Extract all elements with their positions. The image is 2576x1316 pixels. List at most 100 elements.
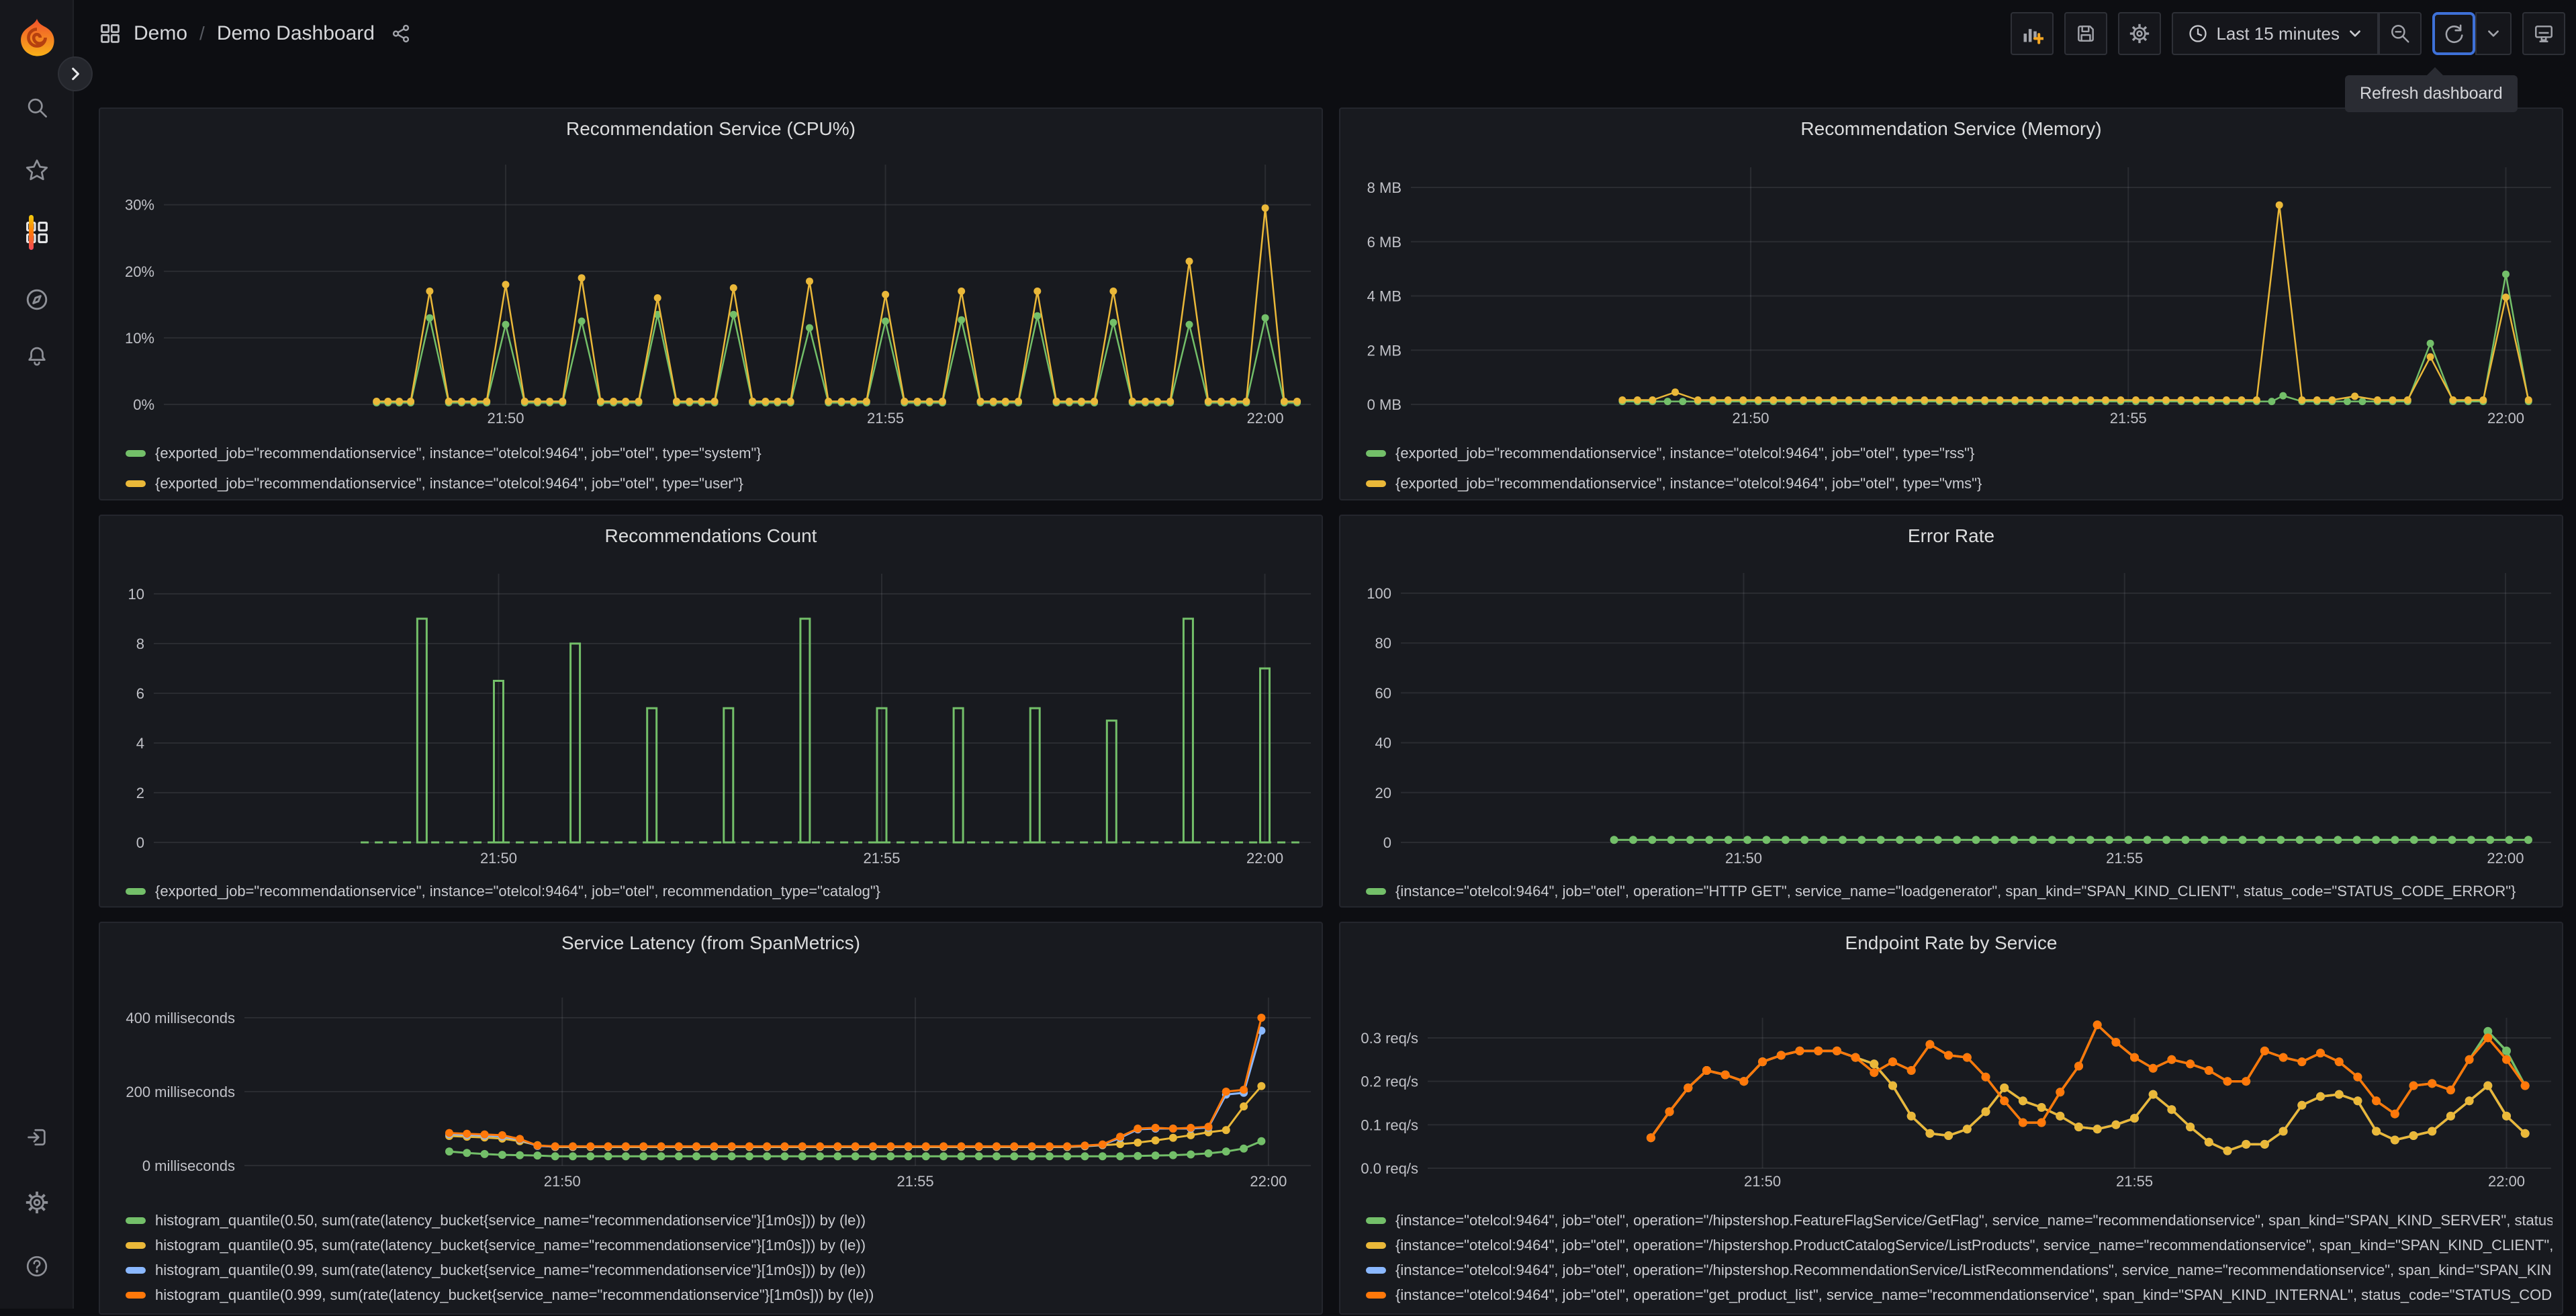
dashboard-toolbar: Last 15 minutes — [2011, 12, 2565, 55]
refresh-interval-dropdown[interactable] — [2475, 12, 2512, 55]
svg-text:21:50: 21:50 — [487, 410, 524, 427]
legend-swatch — [126, 1292, 146, 1299]
legend-label: {exported_job="recommendationservice", i… — [1395, 445, 1975, 462]
time-range-picker[interactable]: Last 15 minutes — [2172, 12, 2379, 55]
legend-item[interactable]: {exported_job="recommendationservice", i… — [126, 475, 1312, 492]
active-indicator — [29, 215, 34, 250]
breadcrumb-separator: / — [199, 23, 205, 44]
svg-text:20: 20 — [1375, 785, 1391, 801]
svg-text:100: 100 — [1367, 585, 1391, 602]
legend-label: histogram_quantile(0.95, sum(rate(latenc… — [155, 1237, 866, 1254]
svg-text:6: 6 — [136, 685, 144, 702]
breadcrumb: Demo / Demo Dashboard — [99, 0, 411, 67]
panel-service-latency: Service Latency (from SpanMetrics) 0 mill… — [99, 922, 1323, 1315]
svg-text:21:55: 21:55 — [2116, 1173, 2153, 1190]
sign-in-icon[interactable] — [18, 1118, 56, 1156]
svg-text:22:00: 22:00 — [1247, 410, 1284, 427]
legend-item[interactable]: {instance="otelcol:9464", job="otel", op… — [1366, 883, 2552, 900]
chart-error-rate[interactable]: 0 20 40 60 80 100 21:50 21:55 22:00 — [1340, 516, 2565, 909]
svg-text:4 MB: 4 MB — [1367, 288, 1401, 305]
nav-sidebar — [0, 0, 74, 1309]
panel-recommendation-service-memory: Recommendation Service (Memory) 0 MB 2 MB 4… — [1339, 107, 2563, 500]
expand-sidebar-button[interactable] — [58, 56, 93, 91]
starred-icon[interactable] — [18, 151, 56, 189]
legend-swatch — [1366, 1242, 1386, 1249]
legend-swatch — [1366, 1267, 1386, 1274]
search-icon[interactable] — [18, 89, 56, 126]
panel-endpoint-rate-by-service: Endpoint Rate by Service 0.0 req/s 0.1 req… — [1339, 922, 2563, 1315]
legend-item[interactable]: histogram_quantile(0.999, sum(rate(laten… — [126, 1286, 1312, 1304]
legend-item[interactable]: {exported_job="recommendationservice", i… — [1366, 475, 2552, 492]
legend-label: histogram_quantile(0.999, sum(rate(laten… — [155, 1286, 874, 1303]
svg-text:0 milliseconds: 0 milliseconds — [142, 1157, 235, 1174]
share-icon[interactable] — [391, 24, 411, 44]
chart-recommendations-count[interactable]: 0 2 4 6 8 10 21:50 21:55 22:00 — [100, 516, 1324, 909]
refresh-dashboard-button[interactable] — [2432, 12, 2475, 55]
svg-text:21:55: 21:55 — [2106, 850, 2143, 867]
legend-item[interactable]: {exported_job="recommendationservice", i… — [126, 445, 1312, 462]
svg-text:6 MB: 6 MB — [1367, 234, 1401, 251]
svg-text:21:50: 21:50 — [1732, 410, 1769, 427]
save-dashboard-button[interactable] — [2064, 12, 2108, 55]
svg-text:2: 2 — [136, 785, 144, 801]
legend-label: {exported_job="recommendationservice", i… — [155, 475, 743, 492]
svg-text:0.0 req/s: 0.0 req/s — [1361, 1160, 1418, 1177]
svg-text:200 milliseconds: 200 milliseconds — [126, 1084, 235, 1100]
chart-service-latency[interactable]: 0 milliseconds 200 milliseconds 400 millis… — [100, 923, 1324, 1316]
chart-recommendation-service-memory[interactable]: 0 MB 2 MB 4 MB 6 MB 8 MB 21:50 21:55 22:00 — [1340, 109, 2565, 502]
kiosk-mode-button[interactable] — [2522, 12, 2565, 55]
help-icon[interactable] — [18, 1247, 56, 1285]
svg-text:22:00: 22:00 — [2487, 850, 2524, 867]
svg-text:2 MB: 2 MB — [1367, 342, 1401, 359]
dashboards-icon[interactable] — [18, 214, 56, 251]
svg-text:400 milliseconds: 400 milliseconds — [126, 1010, 235, 1026]
legend-label: {instance="otelcol:9464", job="otel", op… — [1395, 1286, 2552, 1303]
legend-item[interactable]: {instance="otelcol:9464", job="otel", op… — [1366, 1262, 2552, 1279]
legend-label: {instance="otelcol:9464", job="otel", op… — [1395, 1262, 2552, 1278]
settings-icon[interactable] — [18, 1184, 56, 1221]
explore-icon[interactable] — [18, 281, 56, 318]
svg-text:0.3 req/s: 0.3 req/s — [1361, 1030, 1418, 1047]
legend-swatch — [126, 888, 146, 895]
svg-text:60: 60 — [1375, 685, 1391, 701]
legend-item[interactable]: histogram_quantile(0.95, sum(rate(latenc… — [126, 1237, 1312, 1254]
panel-recommendation-service-cpu: Recommendation Service (CPU%) 0% 10% 20% 30%… — [99, 107, 1323, 500]
legend-label: {exported_job="recommendationservice", i… — [155, 883, 881, 900]
alerting-icon[interactable] — [18, 337, 56, 375]
legend-item[interactable]: {instance="otelcol:9464", job="otel", op… — [1366, 1237, 2552, 1254]
svg-text:22:00: 22:00 — [1250, 1173, 1287, 1190]
legend-item[interactable]: {exported_job="recommendationservice", i… — [126, 883, 1312, 900]
add-panel-button[interactable] — [2011, 12, 2054, 55]
svg-text:22:00: 22:00 — [2488, 1173, 2525, 1190]
svg-text:8: 8 — [136, 635, 144, 652]
legend-item[interactable]: {instance="otelcol:9464", job="otel", op… — [1366, 1212, 2552, 1229]
svg-text:20%: 20% — [125, 263, 154, 280]
legend-item[interactable]: {instance="otelcol:9464", job="otel", op… — [1366, 1286, 2552, 1304]
svg-text:22:00: 22:00 — [2487, 410, 2524, 427]
chart-recommendation-service-cpu[interactable]: 0% 10% 20% 30% 21:50 21:55 22:00 — [100, 109, 1324, 502]
legend-item[interactable]: {exported_job="recommendationservice", i… — [1366, 445, 2552, 462]
legend-swatch — [1366, 1292, 1386, 1299]
legend-item[interactable]: histogram_quantile(0.99, sum(rate(latenc… — [126, 1262, 1312, 1279]
breadcrumb-page[interactable]: Demo Dashboard — [217, 22, 375, 45]
legend-swatch — [126, 450, 146, 457]
svg-text:0.2 req/s: 0.2 req/s — [1361, 1073, 1418, 1090]
dashboard-grid-icon — [99, 22, 122, 45]
legend-item[interactable]: histogram_quantile(0.50, sum(rate(latenc… — [126, 1212, 1312, 1229]
svg-text:21:55: 21:55 — [897, 1173, 934, 1190]
dashboard-settings-button[interactable] — [2118, 12, 2162, 55]
breadcrumb-section[interactable]: Demo — [134, 22, 187, 45]
legend-label: {instance="otelcol:9464", job="otel", op… — [1395, 1237, 2552, 1254]
svg-text:21:55: 21:55 — [867, 410, 904, 427]
zoom-out-button[interactable] — [2379, 12, 2422, 55]
time-range-label: Last 15 minutes — [2216, 23, 2340, 44]
legend-label: histogram_quantile(0.99, sum(rate(latenc… — [155, 1262, 866, 1278]
legend-swatch — [126, 1217, 146, 1224]
svg-text:8 MB: 8 MB — [1367, 179, 1401, 196]
chart-endpoint-rate-by-service[interactable]: 0.0 req/s 0.1 req/s 0.2 req/s 0.3 req/s 21:5… — [1340, 923, 2565, 1316]
svg-text:0%: 0% — [133, 396, 154, 413]
refresh-tooltip-text: Refresh dashboard — [2360, 84, 2503, 103]
legend-swatch — [126, 1242, 146, 1249]
top-navigation-bar: Demo / Demo Dashboard Last 15 minutes — [0, 0, 2576, 67]
grafana-logo[interactable] — [17, 17, 56, 59]
